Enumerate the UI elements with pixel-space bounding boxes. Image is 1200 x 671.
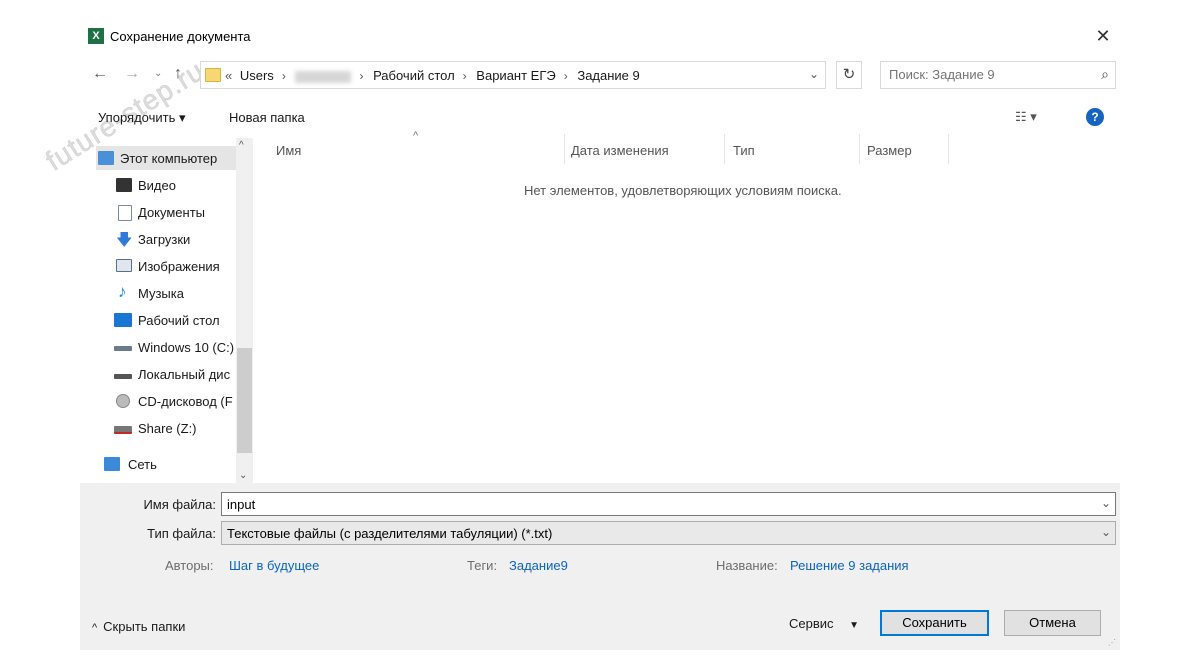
chevron-right-icon[interactable]: › <box>564 69 568 83</box>
column-header-size[interactable]: Размер <box>867 143 912 158</box>
nav-item-music[interactable]: ♪ Музыка <box>90 281 244 305</box>
doc-title-field[interactable]: Решение 9 задания <box>790 558 909 573</box>
sort-indicator-icon: ^ <box>413 130 419 142</box>
hide-folders-toggle[interactable]: ^ Скрыть папки <box>92 619 185 634</box>
scroll-down-icon[interactable]: ⌄ <box>239 470 247 481</box>
column-divider[interactable] <box>948 134 949 164</box>
filename-input[interactable]: input <box>227 497 255 512</box>
column-divider[interactable] <box>859 134 860 164</box>
address-bar[interactable]: « Users › › Рабочий стол › Вариант ЕГЭ › За… <box>200 61 826 89</box>
filename-label: Имя файла: <box>143 497 216 512</box>
tags-field[interactable]: Задание9 <box>509 558 568 573</box>
refresh-button[interactable]: ↻ <box>836 61 862 89</box>
excel-icon: X <box>88 28 104 44</box>
filetype-value: Текстовые файлы (с разделителями табуляц… <box>227 526 553 541</box>
nav-item-downloads[interactable]: 🡇 Загрузки <box>90 227 244 251</box>
chevron-up-icon: ^ <box>92 622 98 634</box>
close-button[interactable]: ✕ <box>1092 25 1114 47</box>
breadcrumb-overflow[interactable]: « <box>225 68 232 83</box>
chevron-down-icon[interactable]: ⌄ <box>1101 496 1111 510</box>
filename-combobox[interactable]: input ⌄ <box>221 492 1116 516</box>
tags-label: Теги: <box>467 558 498 573</box>
save-dialog: X Сохранение документа ✕ future-step.ru … <box>40 20 1120 650</box>
organize-menu[interactable]: Упорядочить ▾ <box>98 110 186 126</box>
view-options-icon[interactable]: ☷ ▾ <box>1015 109 1037 125</box>
network-share-icon <box>114 426 132 434</box>
chevron-down-icon[interactable]: ⌄ <box>809 67 819 81</box>
chevron-right-icon[interactable]: › <box>282 69 286 83</box>
nav-item-desktop[interactable]: Рабочий стол <box>90 308 244 332</box>
breadcrumb-users[interactable]: Users <box>240 68 274 83</box>
nav-item-network[interactable]: Сеть <box>90 452 244 476</box>
nav-item-documents[interactable]: Документы <box>90 200 244 224</box>
scrollbar-thumb[interactable] <box>237 348 252 453</box>
nav-item-images[interactable]: Изображения <box>90 254 244 278</box>
documents-icon <box>118 205 132 221</box>
authors-field[interactable]: Шаг в будущее <box>229 558 319 573</box>
nav-pane-scrollbar[interactable]: ^ ⌄ <box>236 138 253 483</box>
computer-icon <box>98 151 114 165</box>
search-box[interactable]: ⌕ <box>880 61 1116 89</box>
service-menu[interactable]: Сервис ▼ <box>789 616 859 631</box>
desktop-icon <box>114 313 132 327</box>
breadcrumb-desktop[interactable]: Рабочий стол <box>373 68 455 83</box>
nav-item-video[interactable]: Видео <box>90 173 244 197</box>
empty-list-message: Нет элементов, удовлетворяющих условиям … <box>524 183 842 198</box>
nav-item-drive-c[interactable]: Windows 10 (C:) <box>90 335 244 359</box>
nav-item-local-disk[interactable]: Локальный дис <box>90 362 244 386</box>
new-folder-button[interactable]: Новая папка <box>229 110 305 125</box>
video-icon <box>116 178 132 192</box>
images-icon <box>116 259 132 272</box>
back-button[interactable]: ← <box>92 64 108 84</box>
breadcrumb: « Users › › Рабочий стол › Вариант ЕГЭ › За… <box>225 68 644 83</box>
breadcrumb-hidden-user[interactable] <box>295 70 352 83</box>
up-button[interactable]: ↑ <box>174 64 182 84</box>
save-button[interactable]: Сохранить <box>880 610 989 636</box>
nav-item-share[interactable]: Share (Z:) <box>90 416 244 440</box>
scroll-up-icon[interactable]: ^ <box>239 140 244 151</box>
filetype-select[interactable]: Текстовые файлы (с разделителями табуляц… <box>221 521 1116 545</box>
cancel-button[interactable]: Отмена <box>1004 610 1101 636</box>
column-divider[interactable] <box>564 134 565 164</box>
nav-item-this-pc[interactable]: Этот компьютер <box>96 146 244 170</box>
folder-icon <box>205 68 221 82</box>
caret-down-icon: ▼ <box>849 620 860 631</box>
chevron-right-icon[interactable]: › <box>359 69 363 83</box>
chevron-right-icon[interactable]: › <box>463 69 467 83</box>
help-icon[interactable]: ? <box>1086 108 1104 126</box>
local-disk-icon <box>114 374 132 379</box>
drive-c-icon <box>114 346 132 351</box>
nav-item-cd-drive[interactable]: CD-дисковод (F <box>90 389 244 413</box>
search-icon[interactable]: ⌕ <box>1101 66 1109 83</box>
column-header-type[interactable]: Тип <box>733 143 755 158</box>
cd-drive-icon <box>116 394 130 408</box>
chevron-down-icon[interactable]: ⌄ <box>1101 525 1111 539</box>
search-input[interactable] <box>889 67 1079 82</box>
column-header-date[interactable]: Дата изменения <box>571 143 669 158</box>
column-header-name[interactable]: Имя <box>276 143 301 158</box>
navigation-pane: Этот компьютер Видео Документы 🡇 Загрузк… <box>90 138 254 483</box>
breadcrumb-variant[interactable]: Вариант ЕГЭ <box>476 68 555 83</box>
authors-label: Авторы: <box>165 558 214 573</box>
breadcrumb-task[interactable]: Задание 9 <box>577 68 639 83</box>
music-icon: ♪ <box>118 282 127 301</box>
window-title: Сохранение документа <box>110 29 251 44</box>
downloads-icon: 🡇 <box>116 232 133 249</box>
forward-button[interactable]: → <box>124 64 140 84</box>
network-icon <box>104 457 120 471</box>
column-divider[interactable] <box>724 134 725 164</box>
recent-locations-button[interactable]: ⌄ <box>154 64 162 84</box>
doc-title-label: Название: <box>716 558 778 573</box>
resize-grip-icon[interactable]: ⋰ <box>1108 638 1116 647</box>
filetype-label: Тип файла: <box>147 526 216 541</box>
